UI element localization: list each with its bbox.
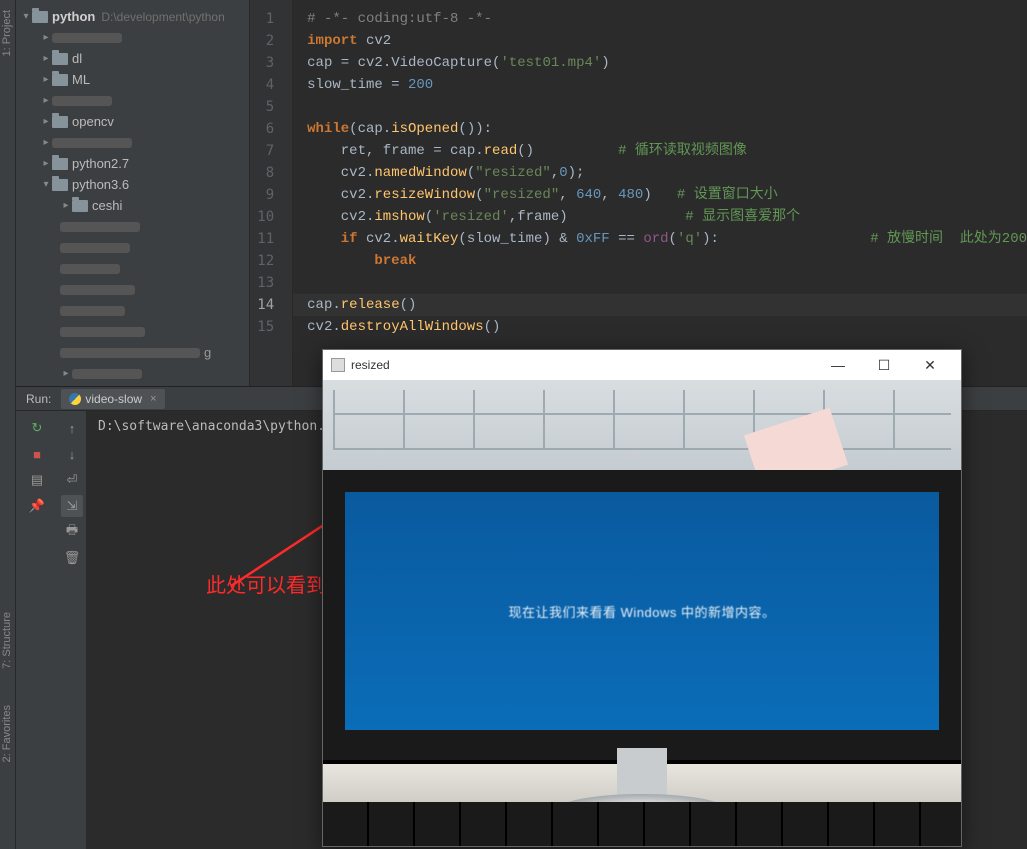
maximize-button[interactable]: ☐ [861, 350, 907, 380]
window-app-icon [331, 358, 345, 372]
line-number: 6 [250, 118, 292, 140]
run-tab-label: video-slow [85, 392, 142, 406]
line-number: 12 [250, 250, 292, 272]
project-root-path: D:\development\python [101, 10, 224, 24]
video-window-title: resized [351, 358, 390, 372]
structure-tool-tab[interactable]: 7: Structure [0, 604, 14, 677]
folder-icon [72, 200, 88, 212]
chevron-right-icon: ▸ [60, 200, 72, 211]
tree-item[interactable] [16, 237, 249, 258]
line-number: 15 [250, 316, 292, 338]
line-number: 1 [250, 8, 292, 30]
run-toolbar-secondary: ↑ ↓ ⏎ ⇲ 🖶 🗑 [58, 411, 86, 849]
tree-label: python2.7 [72, 156, 129, 171]
python-icon [69, 393, 81, 405]
layout-button[interactable]: ▤ [26, 469, 48, 491]
tree-item-opencv[interactable]: ▸ opencv [16, 111, 249, 132]
tree-label: dl [72, 51, 82, 66]
tree-label: opencv [72, 114, 114, 129]
tree-item[interactable] [16, 300, 249, 321]
line-number: 14 [250, 294, 292, 316]
folder-icon [52, 116, 68, 128]
run-tab[interactable]: video-slow × [61, 389, 164, 409]
line-number: 11 [250, 228, 292, 250]
tree-label: python3.6 [72, 177, 129, 192]
tree-item-py27[interactable]: ▸ python2.7 [16, 153, 249, 174]
tree-item[interactable]: g [16, 342, 249, 363]
run-toolbar-primary: ↻ ■ ▤ 📌 [16, 411, 58, 849]
tree-item[interactable] [16, 258, 249, 279]
folder-icon [52, 158, 68, 170]
tree-item[interactable]: ▸ [16, 90, 249, 111]
line-number: 8 [250, 162, 292, 184]
project-root-name: python [52, 9, 95, 24]
video-window[interactable]: resized — ☐ ✕ 现在让我们来看看 Windows 中的新增内容。 [322, 349, 962, 847]
tree-item[interactable] [16, 279, 249, 300]
chevron-right-icon: ▸ [40, 158, 52, 169]
rerun-button[interactable]: ↻ [26, 417, 48, 439]
chevron-right-icon: ▸ [40, 116, 52, 127]
chevron-right-icon: ▸ [40, 53, 52, 64]
project-tool-tab[interactable]: 1: Project [0, 2, 14, 64]
down-icon[interactable]: ↓ [61, 443, 83, 465]
project-panel: ▾ python D:\development\python ▸ ▸ dl ▸ ML… [16, 0, 250, 386]
code-editor[interactable]: 1 2 3 4 5 6 7 8 9 10 11 12 13 14 15 # -*… [250, 0, 1027, 386]
tree-item-ceshi[interactable]: ▸ ceshi [16, 195, 249, 216]
wrap-icon[interactable]: ⏎ [61, 469, 83, 491]
chevron-right-icon: ▸ [40, 74, 52, 85]
line-number: 9 [250, 184, 292, 206]
print-icon[interactable]: 🖶 [61, 521, 83, 543]
tree-item[interactable]: ▸ [16, 27, 249, 48]
pin-button[interactable]: 📌 [26, 495, 48, 517]
left-tool-gutter: 1: Project 7: Structure 2: Favorites [0, 0, 16, 849]
project-tree[interactable]: ▾ python D:\development\python ▸ ▸ dl ▸ ML… [16, 0, 249, 384]
favorites-tool-tab[interactable]: 2: Favorites [0, 697, 14, 770]
tree-item-ml[interactable]: ▸ ML [16, 69, 249, 90]
chevron-down-icon: ▾ [40, 179, 52, 190]
tree-label: ceshi [92, 198, 122, 213]
trash-icon[interactable]: 🗑 [61, 547, 83, 569]
chevron-down-icon: ▾ [20, 11, 32, 22]
code-comment: # -*- coding:utf-8 -*- [307, 11, 492, 27]
line-number: 2 [250, 30, 292, 52]
line-number: 7 [250, 140, 292, 162]
minimize-button[interactable]: — [815, 350, 861, 380]
tree-item[interactable] [16, 321, 249, 342]
tree-label: ML [72, 72, 90, 87]
screen-text: 现在让我们来看看 Windows 中的新增内容。 [509, 602, 776, 621]
run-label: Run: [16, 392, 61, 406]
project-root[interactable]: ▾ python D:\development\python [16, 6, 249, 27]
line-number: 5 [250, 96, 292, 118]
up-icon[interactable]: ↑ [61, 417, 83, 439]
line-number: 10 [250, 206, 292, 228]
folder-icon [32, 11, 48, 23]
tree-item[interactable]: ▸ [16, 132, 249, 153]
folder-icon [52, 179, 68, 191]
folder-icon [52, 53, 68, 65]
tree-item-py36[interactable]: ▾ python3.6 [16, 174, 249, 195]
tree-item[interactable] [16, 216, 249, 237]
folder-icon [52, 74, 68, 86]
line-number: 3 [250, 52, 292, 74]
video-frame: 现在让我们来看看 Windows 中的新增内容。 [323, 380, 961, 846]
tree-item-dl[interactable]: ▸ dl [16, 48, 249, 69]
stop-button[interactable]: ■ [26, 443, 48, 465]
line-number: 4 [250, 74, 292, 96]
scroll-icon[interactable]: ⇲ [61, 495, 83, 517]
video-window-titlebar[interactable]: resized — ☐ ✕ [323, 350, 961, 380]
tree-item[interactable]: ▸ [16, 363, 249, 384]
close-icon[interactable]: × [150, 393, 156, 405]
close-button[interactable]: ✕ [907, 350, 953, 380]
line-gutter: 1 2 3 4 5 6 7 8 9 10 11 12 13 14 15 [250, 0, 293, 386]
code-area[interactable]: # -*- coding:utf-8 -*- import cv2 cap = … [293, 0, 1027, 386]
line-number: 13 [250, 272, 292, 294]
